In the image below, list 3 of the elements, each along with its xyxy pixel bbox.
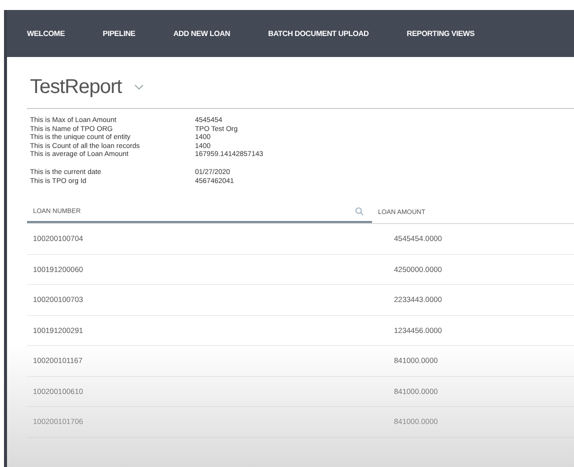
search-icon[interactable] [355,206,364,216]
report-title: TestReport [30,76,122,98]
chevron-down-icon[interactable] [134,84,144,90]
